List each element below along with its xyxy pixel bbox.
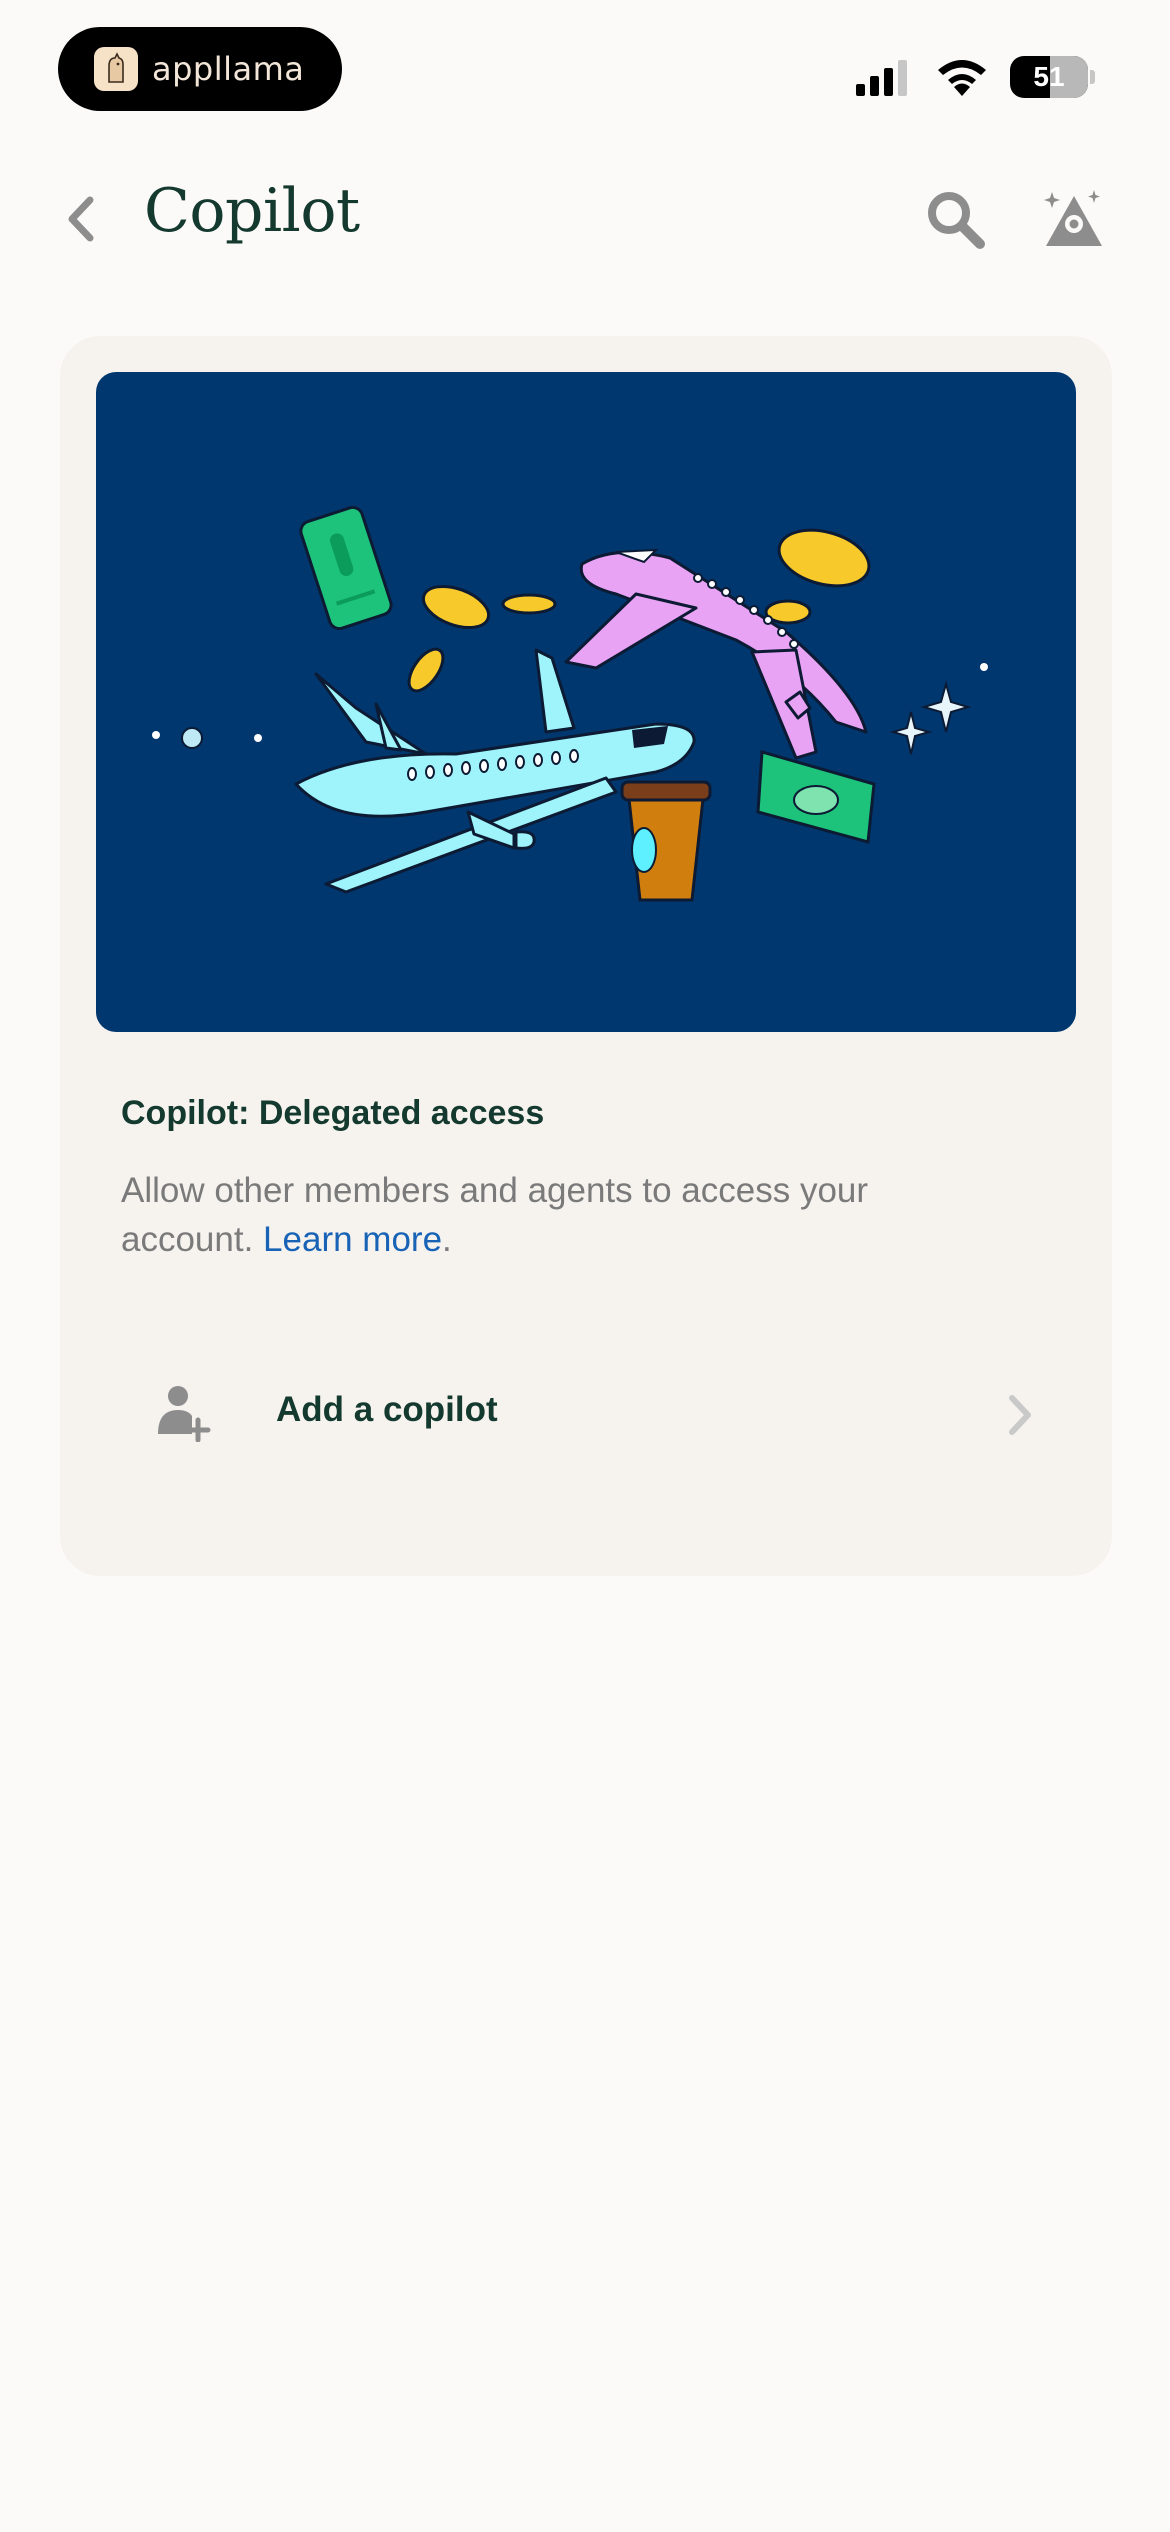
hero-illustration [96, 372, 1076, 1032]
cellular-signal-icon [856, 60, 907, 96]
battery-level: 51 [1033, 61, 1065, 92]
copilot-card: Copilot: Delegated access Allow other me… [60, 336, 1112, 1576]
learn-more-link[interactable]: Learn more [263, 1220, 442, 1259]
description-period: . [442, 1220, 452, 1259]
chevron-right-icon [1009, 1395, 1031, 1435]
pyramid-eye-icon[interactable] [1042, 186, 1106, 250]
add-copilot-label: Add a copilot [276, 1390, 498, 1429]
status-bar: appllama 51 [0, 0, 1170, 140]
page-title: Copilot [144, 176, 360, 246]
card-description: Allow other members and agents to access… [121, 1166, 1001, 1264]
app-pill[interactable]: appllama [58, 27, 342, 111]
battery-tip [1090, 70, 1095, 84]
wifi-icon [938, 60, 986, 96]
add-copilot-row[interactable]: Add a copilot [96, 1346, 1076, 1476]
card-description-text: Allow other members and agents to access… [121, 1171, 869, 1259]
add-person-icon [158, 1386, 211, 1442]
search-icon[interactable] [924, 188, 988, 252]
card-title: Copilot: Delegated access [121, 1094, 545, 1132]
battery-icon: 51 [1010, 56, 1088, 98]
llama-logo-icon [94, 47, 138, 91]
back-chevron-icon[interactable] [62, 192, 102, 246]
app-name: appllama [152, 50, 305, 88]
